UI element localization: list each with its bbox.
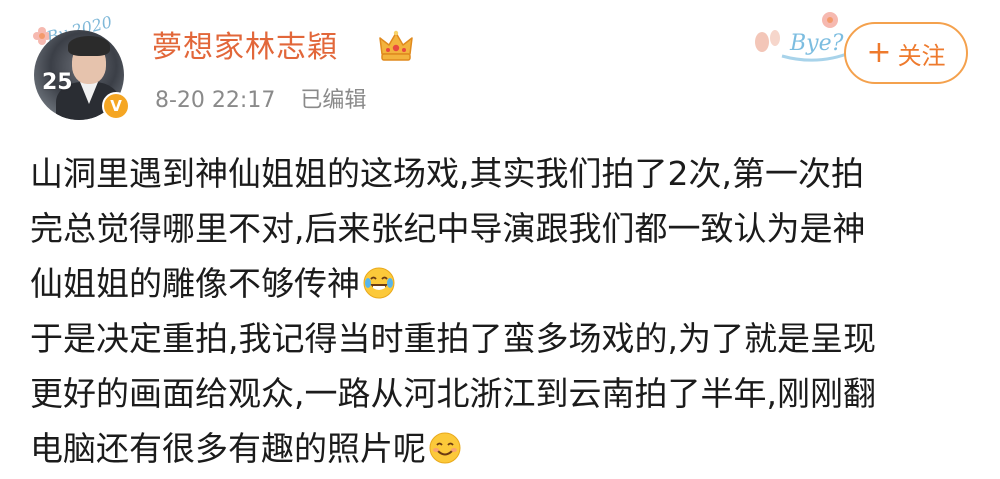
laughing-tears-emoji bbox=[363, 267, 395, 299]
post-line-text: 山洞里遇到神仙姐姐的这场戏,其实我们拍了2次,第一次拍 bbox=[30, 154, 864, 193]
avatar-frame[interactable]: By 2020 25 V bbox=[28, 12, 132, 124]
post-content: 山洞里遇到神仙姐姐的这场戏,其实我们拍了2次,第一次拍 完总觉得哪里不对,后来张… bbox=[30, 146, 980, 476]
avatar-hair bbox=[68, 36, 110, 56]
follow-label: 关注 bbox=[897, 41, 946, 70]
post-line-text: 于是决定重拍,我记得当时重拍了蛮多场戏的,为了就是呈现 bbox=[30, 319, 876, 358]
bye-sticker-icon: Bye? bbox=[755, 12, 853, 62]
post-line-text: 完总觉得哪里不对,后来张纪中导演跟我们都一致认为是神 bbox=[30, 209, 866, 248]
crown-icon bbox=[379, 30, 413, 61]
post-timestamp[interactable]: 8-20 22:17 bbox=[155, 88, 275, 113]
smile-emoji bbox=[429, 432, 461, 464]
post-line-text: 仙姐姐的雕像不够传神 bbox=[30, 264, 360, 303]
verified-badge-glyph: V bbox=[110, 97, 122, 115]
post-line: 电脑还有很多有趣的照片呢 bbox=[30, 421, 980, 476]
bye-sticker-text: Bye? bbox=[789, 31, 844, 56]
edited-label: 已编辑 bbox=[300, 88, 367, 113]
follow-button[interactable]: + 关注 bbox=[844, 22, 968, 84]
author-name[interactable]: 夢想家林志穎 bbox=[152, 28, 338, 68]
post-line: 于是决定重拍,我记得当时重拍了蛮多场戏的,为了就是呈现 bbox=[30, 311, 980, 366]
plus-icon: + bbox=[866, 35, 892, 70]
verified-v-icon: V bbox=[102, 92, 130, 120]
post-line: 更好的画面给观众,一路从河北浙江到云南拍了半年,刚刚翻 bbox=[30, 366, 980, 421]
weibo-post: By 2020 25 V 夢想家林志穎 8-20 22:17 已编辑 Bye? bbox=[0, 0, 1000, 479]
post-meta: 8-20 22:17 已编辑 bbox=[155, 86, 384, 116]
post-line: 仙姐姐的雕像不够传神 bbox=[30, 256, 980, 311]
post-line-text: 更好的画面给观众,一路从河北浙江到云南拍了半年,刚刚翻 bbox=[30, 374, 876, 413]
post-line: 完总觉得哪里不对,后来张纪中导演跟我们都一致认为是神 bbox=[30, 201, 980, 256]
avatar-number: 25 bbox=[42, 70, 73, 95]
post-line: 山洞里遇到神仙姐姐的这场戏,其实我们拍了2次,第一次拍 bbox=[30, 146, 980, 201]
post-line-text: 电脑还有很多有趣的照片呢 bbox=[30, 429, 426, 468]
